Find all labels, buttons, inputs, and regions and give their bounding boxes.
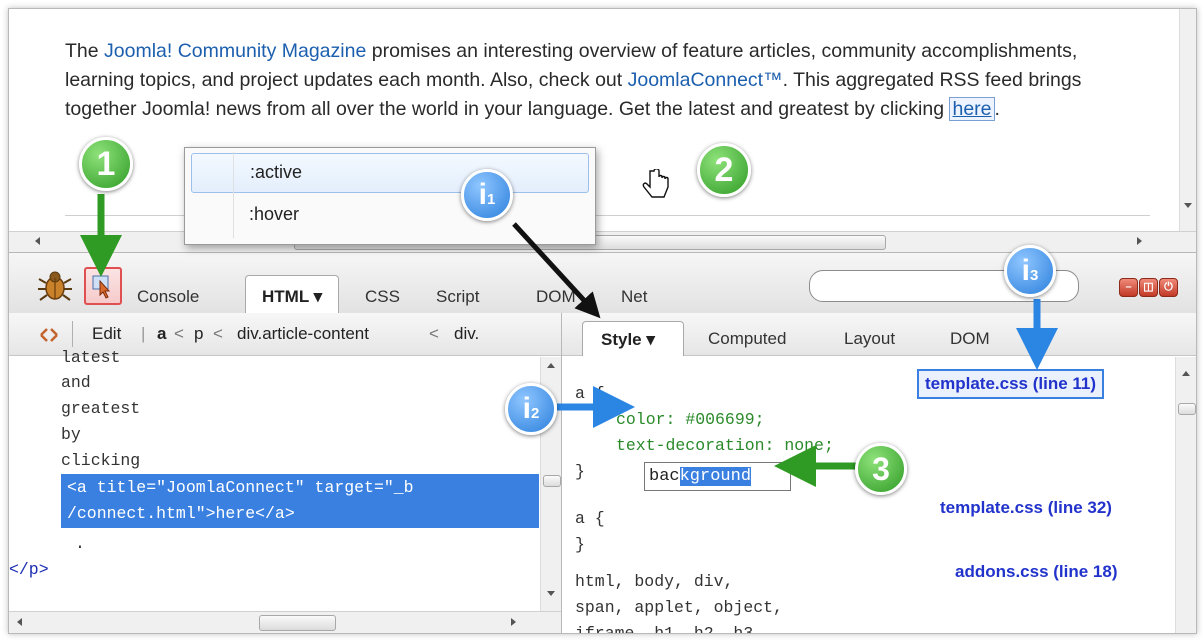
callout-3: 3 — [855, 443, 907, 495]
callout-i2-subscript: 2 — [531, 405, 540, 422]
callout-i3-letter: i — [1021, 254, 1030, 287]
callout-i1-subscript: 1 — [487, 191, 496, 208]
screenshot-frame: The Joomla! Community Magazine promises … — [8, 8, 1197, 634]
callout-i1: i1 — [461, 169, 513, 221]
callout-i1-letter: i — [478, 178, 487, 211]
arrow-i1 — [512, 222, 601, 319]
callout-i3: i3 — [1004, 245, 1056, 297]
callout-2: 2 — [697, 143, 751, 197]
callout-i3-subscript: 3 — [1030, 267, 1039, 284]
annotation-arrows — [80, 194, 1058, 487]
callout-i2: i2 — [505, 383, 557, 435]
callout-i2-letter: i — [522, 392, 531, 425]
callout-1: 1 — [79, 137, 133, 191]
